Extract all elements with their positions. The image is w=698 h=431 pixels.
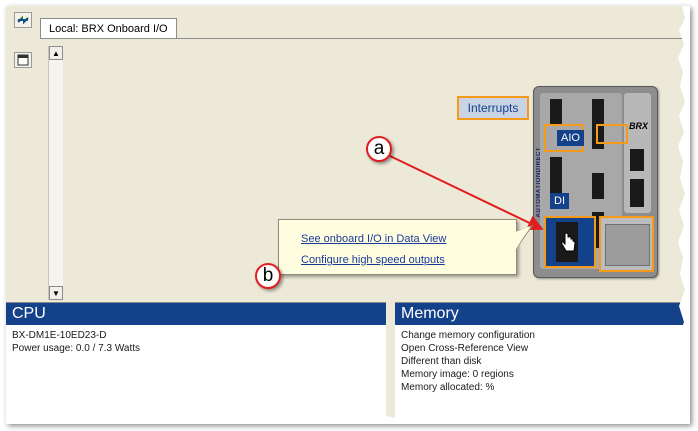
open-cross-reference-view-link[interactable]: Open Cross-Reference View	[395, 342, 690, 355]
cpu-panel: CPU BX-DM1E-10ED23-D Power usage: 0.0 / …	[6, 302, 386, 424]
cpu-panel-title: CPU	[6, 303, 386, 325]
change-memory-configuration-link[interactable]: Change memory configuration	[395, 329, 690, 342]
torn-edge-right	[678, 6, 690, 424]
memory-panel-title: Memory	[395, 303, 690, 325]
memory-panel: Memory Change memory configuration Open …	[395, 302, 690, 424]
callout-pointer	[515, 226, 530, 251]
panel-divider	[386, 302, 395, 424]
annotation-b: b	[255, 263, 281, 289]
memory-allocated: Memory allocated: %	[401, 382, 495, 393]
memory-disk-status: Different than disk	[401, 356, 482, 367]
torn-edge-bottom	[6, 415, 690, 424]
memory-image-regions: Memory image: 0 regions	[401, 369, 514, 380]
app-window: Local: BRX Onboard I/O ▲ ▼ BRX AUTOMATIO…	[6, 6, 690, 424]
cpu-power-usage: Power usage: 0.0 / 7.3 Watts	[12, 343, 141, 354]
cpu-model: BX-DM1E-10ED23-D	[12, 330, 107, 341]
